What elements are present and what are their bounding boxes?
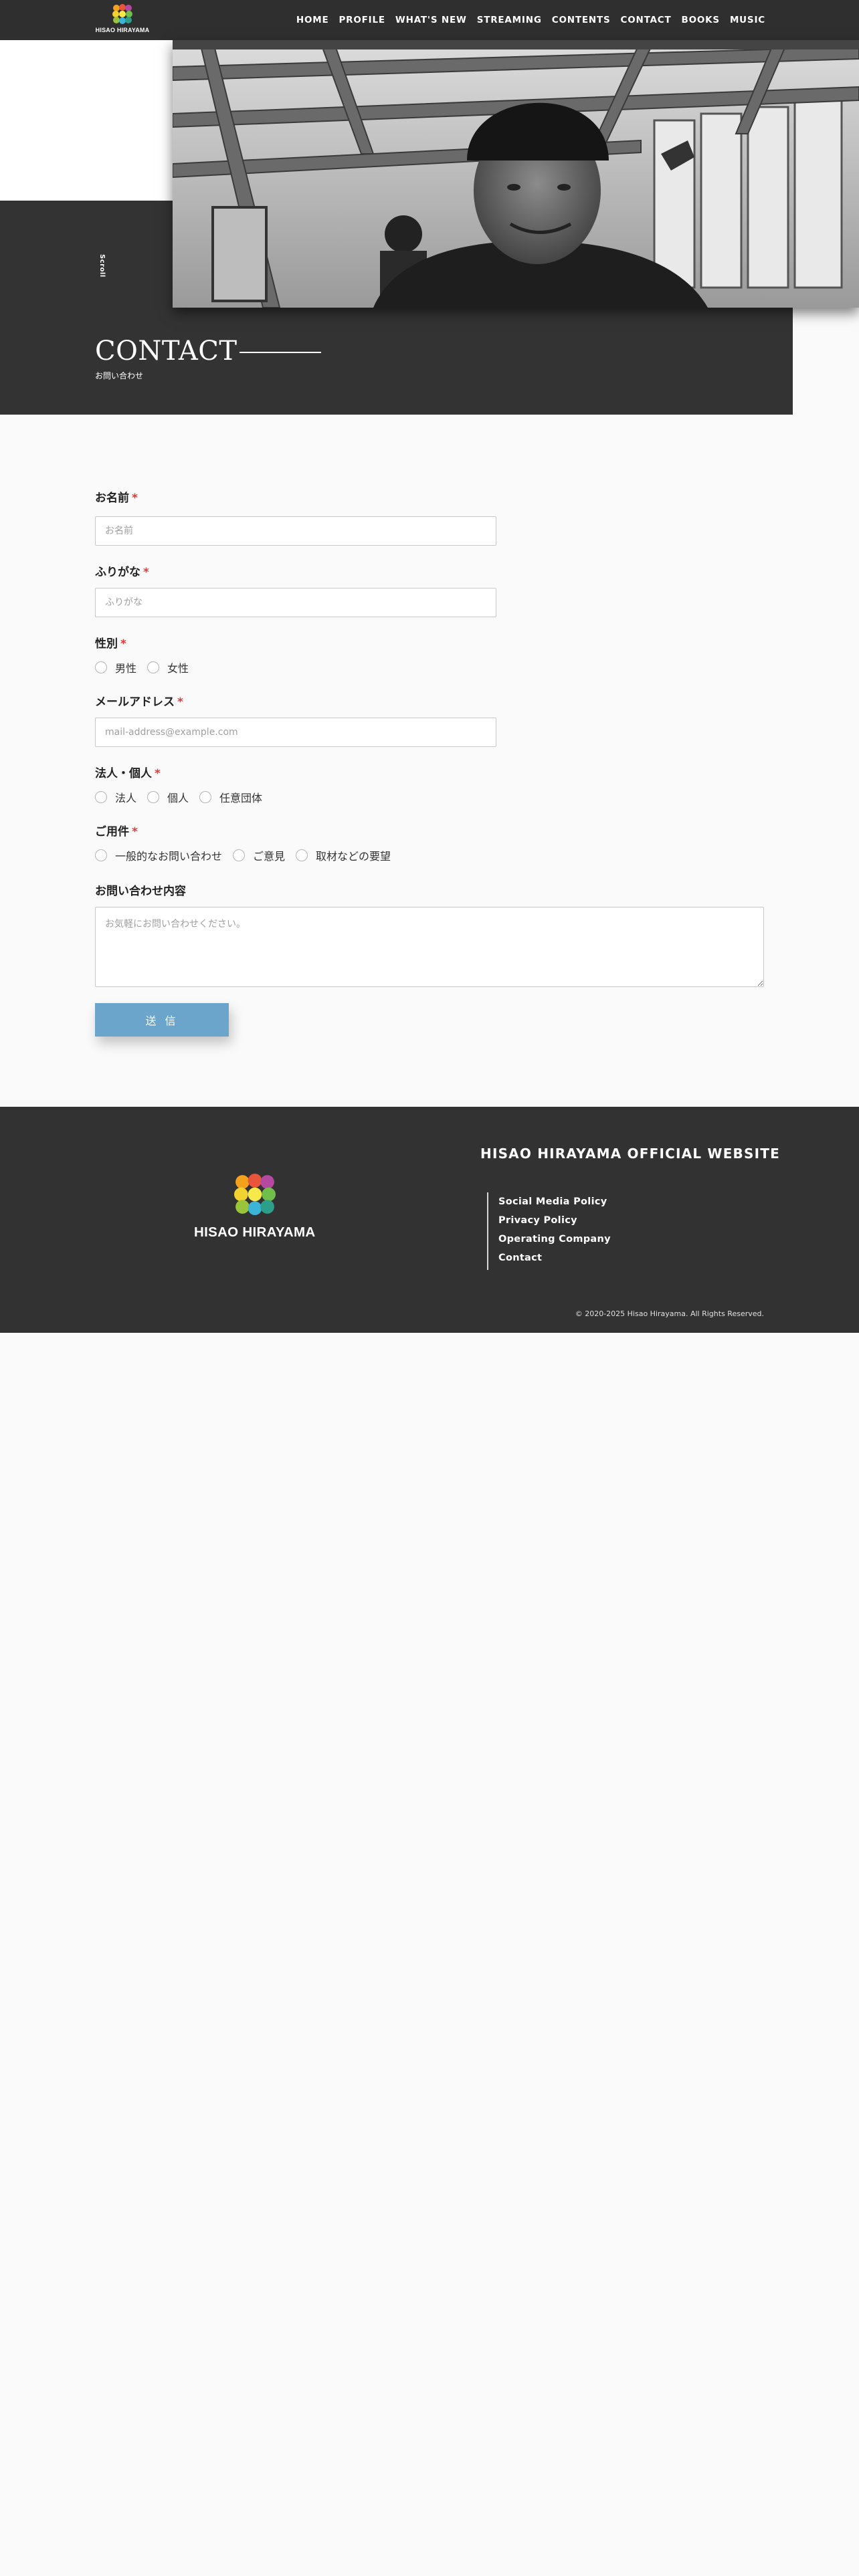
- entity-label-text: 法人・個人: [95, 767, 152, 780]
- nav-home[interactable]: HOME: [296, 15, 329, 25]
- radio-label: 一般的なお問い合わせ: [115, 850, 223, 863]
- radio-label: 女性: [167, 662, 189, 675]
- radio-button[interactable]: [199, 791, 212, 803]
- radio-button[interactable]: [95, 849, 107, 861]
- footer-link-contact[interactable]: Contact: [498, 1249, 611, 1267]
- entity-option-individual[interactable]: 個人: [147, 789, 189, 805]
- purpose-option-general[interactable]: 一般的なお問い合わせ: [95, 847, 222, 863]
- required-mark: *: [132, 492, 138, 505]
- furigana-label-text: ふりがな: [95, 566, 140, 579]
- required-mark: *: [155, 767, 161, 780]
- radio-button[interactable]: [95, 791, 107, 803]
- nav-whats-new[interactable]: WHAT'S NEW: [395, 15, 467, 25]
- main-nav: HOME PROFILE WHAT'S NEW STREAMING CONTEN…: [296, 0, 765, 40]
- hero-white-block: [0, 40, 173, 201]
- logo-flower-icon: [112, 4, 132, 24]
- nav-contents[interactable]: CONTENTS: [552, 15, 611, 25]
- purpose-option-opinion[interactable]: ご意見: [233, 847, 285, 863]
- footer-links: Social Media Policy Privacy Policy Opera…: [487, 1192, 611, 1270]
- footer-site-title: HISAO HIRAYAMA OFFICIAL WEBSITE: [480, 1146, 780, 1162]
- purpose-options: 一般的なお問い合わせ ご意見 取材などの要望: [95, 847, 401, 863]
- entity-options: 法人 個人 任意団体: [95, 789, 273, 805]
- nav-books[interactable]: BOOKS: [682, 15, 720, 25]
- logo-flower-icon: [234, 1174, 276, 1215]
- logo-text: HISAO HIRAYAMA: [95, 27, 150, 33]
- required-mark: *: [177, 695, 183, 709]
- purpose-label-text: ご用件: [95, 825, 129, 839]
- radio-label: 任意団体: [219, 792, 263, 804]
- nav-contact[interactable]: CONTACT: [620, 15, 671, 25]
- furigana-input[interactable]: [95, 588, 496, 617]
- name-label-text: お名前: [95, 492, 129, 505]
- purpose-label: ご用件 *: [95, 822, 138, 839]
- title-divider: [240, 352, 321, 353]
- radio-label: 個人: [167, 792, 189, 804]
- name-label: お名前 *: [95, 488, 138, 505]
- required-mark: *: [143, 566, 149, 579]
- footer-logo[interactable]: HISAO HIRAYAMA: [194, 1174, 316, 1247]
- submit-button[interactable]: 送 信: [95, 1003, 229, 1037]
- radio-label: ご意見: [253, 850, 286, 863]
- gender-label: 性別 *: [95, 634, 126, 651]
- radio-button[interactable]: [147, 661, 160, 673]
- footer-link-privacy-policy[interactable]: Privacy Policy: [498, 1211, 611, 1230]
- site-footer: HISAO HIRAYAMA HISAO HIRAYAMA OFFICIAL W…: [0, 1107, 859, 1333]
- site-header: HISAO HIRAYAMA HOME PROFILE WHAT'S NEW S…: [0, 0, 859, 40]
- copyright: © 2020-2025 Hisao Hirayama. All Rights R…: [575, 1309, 764, 1318]
- entity-option-corporation[interactable]: 法人: [95, 789, 136, 805]
- page-title: CONTACT: [95, 336, 237, 366]
- name-input[interactable]: [95, 516, 496, 546]
- entity-label: 法人・個人 *: [95, 764, 161, 780]
- radio-label: 男性: [115, 662, 137, 675]
- gender-options: 男性 女性: [95, 659, 199, 675]
- email-label-text: メールアドレス: [95, 695, 175, 709]
- radio-button[interactable]: [233, 849, 246, 861]
- hero-photo: [173, 40, 859, 308]
- message-label: お問い合わせ内容: [95, 881, 186, 898]
- required-mark: *: [120, 637, 126, 651]
- gender-label-text: 性別: [95, 637, 118, 651]
- radio-label: 法人: [115, 792, 137, 804]
- entity-option-organization[interactable]: 任意団体: [199, 789, 262, 805]
- email-input[interactable]: [95, 718, 496, 747]
- radio-button[interactable]: [147, 791, 160, 803]
- nav-streaming[interactable]: STREAMING: [477, 15, 542, 25]
- gender-option-male[interactable]: 男性: [95, 659, 136, 675]
- message-textarea[interactable]: [95, 907, 764, 987]
- page-subtitle: お問い合わせ: [95, 371, 144, 381]
- email-label: メールアドレス *: [95, 692, 183, 709]
- message-label-text: お問い合わせ内容: [95, 885, 186, 898]
- footer-logo-text: HISAO HIRAYAMA: [194, 1224, 316, 1240]
- required-mark: *: [132, 825, 138, 839]
- scroll-indicator[interactable]: Scroll: [98, 254, 106, 278]
- footer-link-operating-company[interactable]: Operating Company: [498, 1230, 611, 1249]
- site-logo[interactable]: HISAO HIRAYAMA: [92, 4, 153, 36]
- radio-button[interactable]: [296, 849, 308, 861]
- radio-label: 取材などの要望: [316, 850, 391, 863]
- gender-option-female[interactable]: 女性: [147, 659, 189, 675]
- nav-music[interactable]: MUSIC: [730, 15, 765, 25]
- radio-button[interactable]: [95, 661, 107, 673]
- furigana-label: ふりがな *: [95, 562, 149, 579]
- purpose-option-interview[interactable]: 取材などの要望: [296, 847, 391, 863]
- footer-link-social-media-policy[interactable]: Social Media Policy: [498, 1192, 611, 1211]
- nav-profile[interactable]: PROFILE: [339, 15, 385, 25]
